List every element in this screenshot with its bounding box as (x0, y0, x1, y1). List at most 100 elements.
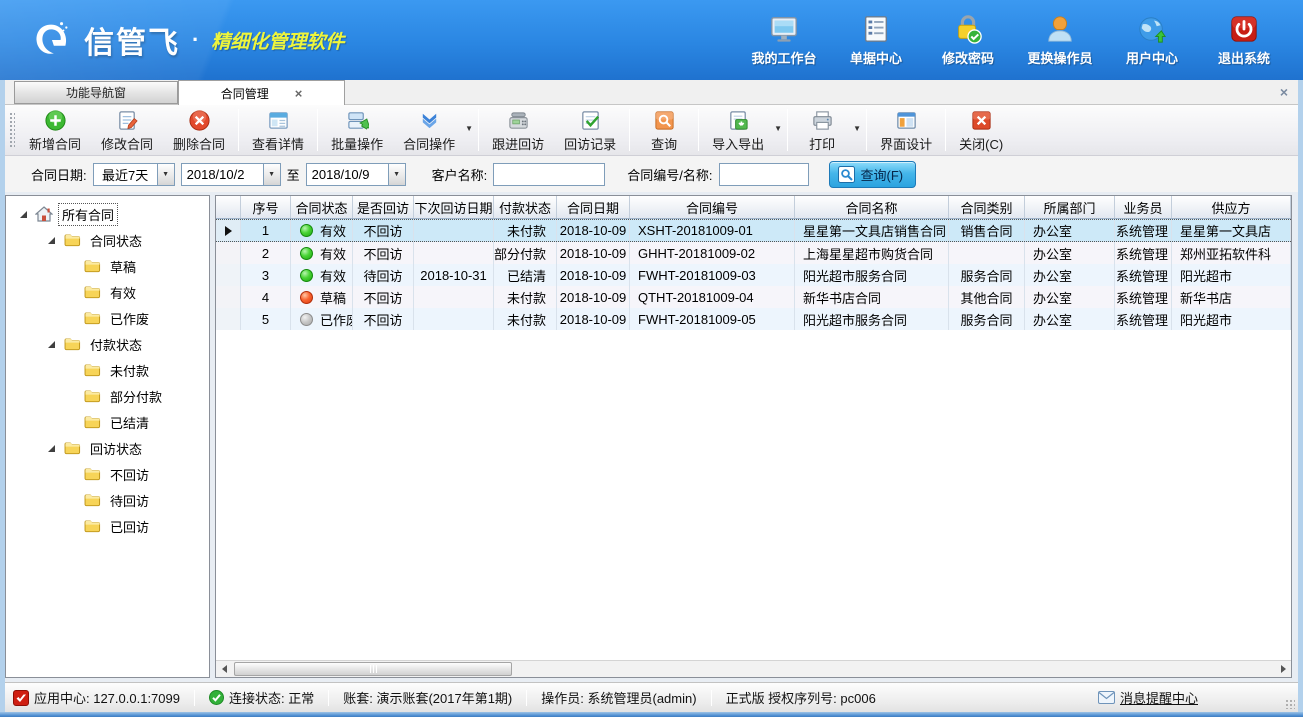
cell[interactable]: 部分付款 (494, 242, 557, 264)
contract-operation-button[interactable]: 合同操作 (393, 105, 465, 155)
cell[interactable]: 阳光超市服务合同 (795, 264, 949, 286)
cell[interactable]: 上海星星超市购货合同 (795, 242, 949, 264)
contract-code-input[interactable] (719, 163, 809, 186)
scrollbar-thumb[interactable] (234, 662, 512, 676)
cell[interactable]: 已作废 (291, 308, 353, 330)
tree-item-visit-status[interactable]: 回访状态 (6, 435, 209, 461)
table-row[interactable]: 4草稿不回访未付款2018-10-09QTHT-20181009-04新华书店合… (216, 286, 1291, 308)
cell[interactable]: 不回访 (353, 242, 414, 264)
scroll-right-icon[interactable] (1275, 661, 1291, 677)
view-detail-button[interactable]: 查看详情 (242, 105, 314, 155)
cell[interactable]: 2018-10-09 (557, 286, 630, 308)
chevron-down-icon[interactable]: ▼ (465, 124, 475, 137)
cell[interactable]: 1 (241, 220, 291, 241)
cell[interactable]: 3 (241, 264, 291, 286)
cell[interactable]: 销售合同 (949, 220, 1025, 241)
cell[interactable]: 阳光超市 (1172, 308, 1291, 330)
table-row[interactable]: 5已作废不回访未付款2018-10-09FWHT-20181009-05阳光超市… (216, 308, 1291, 330)
cell[interactable]: 2018-10-09 (557, 220, 630, 241)
chevron-down-icon[interactable]: ▼ (157, 164, 174, 185)
visit-record-button[interactable]: 回访记录 (554, 105, 626, 155)
column-header[interactable]: 付款状态 (494, 196, 557, 218)
tab-close-icon[interactable]: × (295, 87, 303, 100)
nav-my-workbench[interactable]: 我的工作台 (743, 13, 825, 67)
resize-grip[interactable] (1285, 699, 1295, 709)
cell[interactable]: 有效 (291, 242, 353, 264)
tree-item-unpaid[interactable]: 未付款 (6, 357, 209, 383)
tab-contract-management[interactable]: 合同管理 × (178, 80, 345, 105)
tree-item-settled[interactable]: 已结清 (6, 409, 209, 435)
cell[interactable]: 有效 (291, 220, 353, 241)
cell[interactable]: XSHT-20181009-01 (630, 220, 795, 241)
cell[interactable]: 新华书店合同 (795, 286, 949, 308)
cell[interactable]: 2018-10-09 (557, 308, 630, 330)
expander-icon[interactable] (20, 211, 27, 218)
tree-item-visited[interactable]: 已回访 (6, 513, 209, 539)
cell[interactable]: 4 (241, 286, 291, 308)
tree-item-contract-status[interactable]: 合同状态 (6, 227, 209, 253)
chevron-down-icon[interactable]: ▼ (774, 124, 784, 137)
table-row[interactable]: 3有效待回访2018-10-31已结清2018-10-09FWHT-201810… (216, 264, 1291, 286)
cell[interactable]: 2018-10-09 (557, 242, 630, 264)
nav-exit-system[interactable]: 退出系统 (1203, 13, 1285, 67)
column-header[interactable]: 序号 (241, 196, 291, 218)
cell[interactable]: FWHT-20181009-05 (630, 308, 795, 330)
delete-contract-button[interactable]: 删除合同 (163, 105, 235, 155)
cell[interactable]: 服务合同 (949, 308, 1025, 330)
cell[interactable]: 星星第一文具店 (1172, 220, 1291, 241)
cell[interactable]: 未付款 (494, 220, 557, 241)
cell[interactable]: 2018-10-31 (414, 264, 494, 286)
cell[interactable]: 已结清 (494, 264, 557, 286)
follow-up-visit-button[interactable]: 跟进回访 (482, 105, 554, 155)
tree-item-all-contracts[interactable]: 所有合同 (6, 201, 209, 227)
cell[interactable]: 办公室 (1025, 242, 1115, 264)
cell[interactable]: 办公室 (1025, 220, 1115, 241)
tree-item-valid[interactable]: 有效 (6, 279, 209, 305)
cell[interactable]: 系统管理 (1115, 308, 1172, 330)
date-from-select[interactable]: 2018/10/2 ▼ (181, 163, 281, 186)
tree-item-payment-status[interactable]: 付款状态 (6, 331, 209, 357)
nav-document-center[interactable]: 单据中心 (835, 13, 917, 67)
cell[interactable]: 系统管理 (1115, 264, 1172, 286)
cell[interactable]: 草稿 (291, 286, 353, 308)
cell[interactable]: 阳光超市 (1172, 264, 1291, 286)
cell[interactable]: 办公室 (1025, 264, 1115, 286)
cell[interactable]: 系统管理 (1115, 242, 1172, 264)
tree-item-no-visit[interactable]: 不回访 (6, 461, 209, 487)
toolbar-grip[interactable] (9, 111, 15, 149)
column-header[interactable]: 所属部门 (1025, 196, 1115, 218)
column-header[interactable]: 合同类别 (949, 196, 1025, 218)
print-button[interactable]: 打印 (791, 105, 853, 155)
message-center-link[interactable]: 消息提醒中心 (1098, 688, 1198, 707)
cell[interactable]: 2 (241, 242, 291, 264)
tree-item-pending-visit[interactable]: 待回访 (6, 487, 209, 513)
column-header[interactable]: 是否回访 (353, 196, 414, 218)
tabstrip-close-icon[interactable]: × (1280, 84, 1288, 100)
tree-item-partially-paid[interactable]: 部分付款 (6, 383, 209, 409)
cell[interactable] (414, 286, 494, 308)
nav-user-center[interactable]: 用户中心 (1111, 13, 1193, 67)
import-export-button[interactable]: 导入导出 (702, 105, 774, 155)
cell[interactable]: 新华书店 (1172, 286, 1291, 308)
cell[interactable]: 不回访 (353, 286, 414, 308)
cell[interactable]: 郑州亚拓软件科 (1172, 242, 1291, 264)
cell[interactable]: 未付款 (494, 308, 557, 330)
date-to-select[interactable]: 2018/10/9 ▼ (306, 163, 406, 186)
table-row[interactable]: 2有效不回访部分付款2018-10-09GHHT-20181009-02上海星星… (216, 242, 1291, 264)
column-header[interactable]: 供应方 (1172, 196, 1291, 218)
column-header[interactable]: 合同编号 (630, 196, 795, 218)
column-header[interactable]: 业务员 (1115, 196, 1172, 218)
chevron-down-icon[interactable]: ▼ (263, 164, 280, 185)
expander-icon[interactable] (48, 341, 55, 348)
cell[interactable]: 服务合同 (949, 264, 1025, 286)
customer-name-input[interactable] (493, 163, 605, 186)
cell[interactable]: 有效 (291, 264, 353, 286)
cell[interactable]: 不回访 (353, 308, 414, 330)
ui-design-button[interactable]: 界面设计 (870, 105, 942, 155)
cell[interactable] (414, 220, 494, 241)
tab-function-navigator[interactable]: 功能导航窗 (14, 81, 178, 104)
expander-icon[interactable] (48, 445, 55, 452)
query-button[interactable]: 查询 (633, 105, 695, 155)
column-header[interactable]: 合同状态 (291, 196, 353, 218)
cell[interactable] (414, 242, 494, 264)
